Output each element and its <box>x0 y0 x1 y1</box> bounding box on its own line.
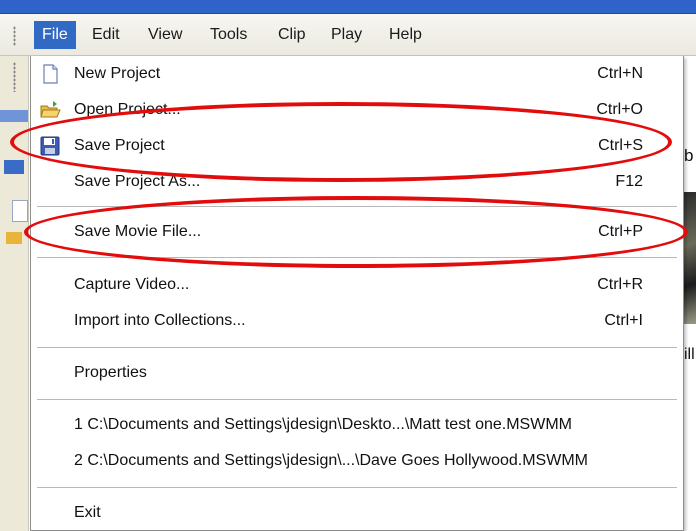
background-folder-icon <box>6 232 22 244</box>
menu-item-recent-file-1[interactable]: 1 C:\Documents and Settings\jdesign\Desk… <box>31 407 683 443</box>
menu-item-shortcut: Ctrl+S <box>598 137 643 154</box>
menu-item-label: 2 C:\Documents and Settings\jdesign\...\… <box>74 452 588 469</box>
menu-help[interactable]: Help <box>381 21 430 49</box>
menu-item-shortcut: Ctrl+P <box>598 223 643 240</box>
menu-item-shortcut: Ctrl+R <box>597 276 643 293</box>
background-document-icon <box>12 200 28 222</box>
open-folder-icon <box>40 101 61 118</box>
menu-tools[interactable]: Tools <box>202 21 255 49</box>
menu-item-new-project[interactable]: New Project Ctrl+N <box>31 56 683 92</box>
menu-item-shortcut: Ctrl+N <box>597 65 643 82</box>
menu-file[interactable]: File <box>34 21 76 49</box>
new-document-icon <box>43 64 58 84</box>
menu-edit[interactable]: Edit <box>84 21 128 49</box>
menu-item-label: Properties <box>74 364 147 381</box>
menu-item-label: Capture Video... <box>74 276 190 293</box>
background-task-icon <box>4 160 24 174</box>
menu-item-save-movie-file[interactable]: Save Movie File... Ctrl+P <box>31 214 683 250</box>
menu-item-label: Save Movie File... <box>74 223 202 240</box>
menu-item-shortcut: Ctrl+I <box>604 312 643 329</box>
background-caption: ill <box>684 346 695 363</box>
menu-item-open-project[interactable]: Open Project... Ctrl+O <box>31 92 683 128</box>
menu-item-label: Save Project As... <box>74 173 201 190</box>
menu-item-label: Save Project <box>74 137 165 154</box>
menu-item-save-project[interactable]: Save Project Ctrl+S <box>31 128 683 164</box>
menu-bar: File Edit View Tools Clip Play Help <box>0 14 696 56</box>
menu-separator <box>37 206 677 208</box>
menu-item-save-project-as[interactable]: Save Project As... F12 <box>31 164 683 200</box>
menu-separator <box>37 487 677 489</box>
menu-item-label: Open Project... <box>74 101 181 118</box>
menu-play[interactable]: Play <box>323 21 370 49</box>
menu-item-shortcut: Ctrl+O <box>596 101 643 118</box>
screen: File Edit View Tools Clip Play Help b il… <box>0 0 696 531</box>
menu-item-label: 1 C:\Documents and Settings\jdesign\Desk… <box>74 416 572 433</box>
menu-item-exit[interactable]: Exit <box>31 495 683 531</box>
toolbar-grip <box>13 62 16 92</box>
menu-item-recent-file-2[interactable]: 2 C:\Documents and Settings\jdesign\...\… <box>31 443 683 479</box>
menu-item-label: New Project <box>74 65 161 82</box>
menu-separator <box>37 347 677 349</box>
floppy-disk-icon <box>40 136 60 156</box>
menu-item-shortcut: F12 <box>615 173 643 190</box>
background-label: b <box>684 146 694 165</box>
menu-item-label: Exit <box>74 504 101 521</box>
menu-view[interactable]: View <box>140 21 190 49</box>
background-video-thumbnail <box>684 192 696 324</box>
menu-item-label: Import into Collections... <box>74 312 246 329</box>
menu-clip[interactable]: Clip <box>270 21 314 49</box>
menu-separator <box>37 399 677 401</box>
file-menu-dropdown: New Project Ctrl+N Open Project... Ctrl+… <box>30 56 684 531</box>
title-bar <box>0 0 696 14</box>
background-panel-strip <box>0 110 28 122</box>
menu-item-import-into-collections[interactable]: Import into Collections... Ctrl+I <box>31 303 683 339</box>
menu-separator <box>37 257 677 259</box>
menu-item-properties[interactable]: Properties <box>31 355 683 391</box>
background-toolbar <box>0 56 29 531</box>
menu-item-capture-video[interactable]: Capture Video... Ctrl+R <box>31 267 683 303</box>
menubar-grip[interactable] <box>13 26 16 46</box>
